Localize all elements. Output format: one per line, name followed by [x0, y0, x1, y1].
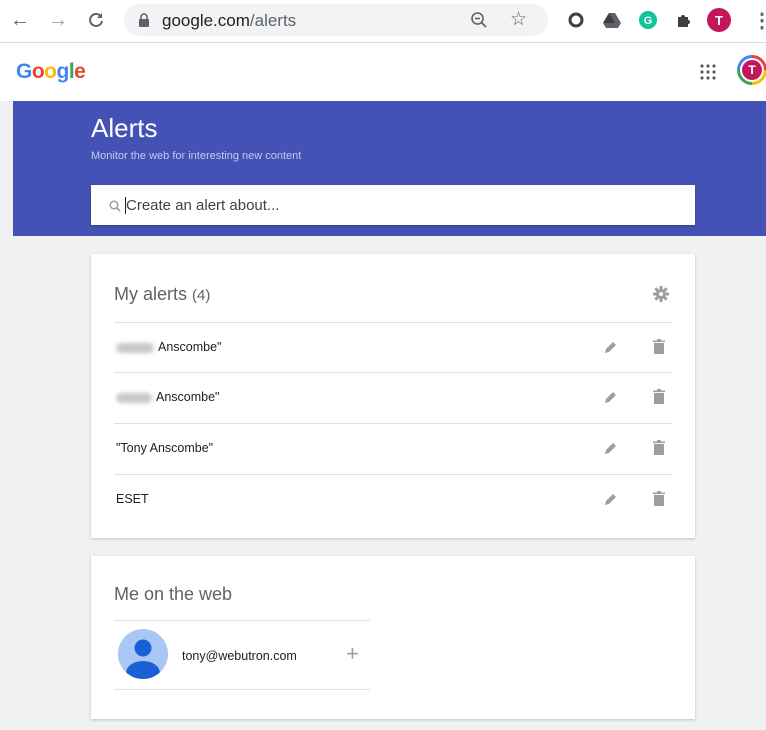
page-title: Alerts [91, 113, 158, 143]
url-text: google.com/alerts [162, 11, 297, 30]
identity-row: tony@webutron.com + [114, 620, 370, 690]
alert-label[interactable]: Anscombe" [116, 340, 222, 354]
my-alerts-title: My alerts (4) [114, 284, 211, 304]
search-icon [109, 199, 121, 217]
alert-row[interactable]: "Tony Anscombe" [114, 423, 672, 474]
edit-pencil-icon[interactable] [604, 390, 618, 409]
delete-trash-icon[interactable] [653, 339, 665, 359]
alert-label[interactable]: ESET [116, 492, 149, 506]
google-logo[interactable]: Google [16, 60, 86, 84]
alert-row[interactable]: Anscombe" [114, 322, 672, 373]
browser-menu-icon[interactable]: ⋮ [752, 8, 766, 33]
person-avatar-icon [118, 629, 168, 679]
svg-text:G: G [644, 15, 653, 27]
alerts-count: (4) [192, 287, 211, 304]
delete-trash-icon[interactable] [653, 440, 665, 460]
edit-pencil-icon[interactable] [604, 492, 618, 511]
browser-profile-avatar[interactable]: T [707, 8, 731, 32]
delete-trash-icon[interactable] [653, 389, 665, 409]
reload-icon[interactable] [84, 8, 108, 32]
create-alert-box[interactable] [91, 185, 695, 225]
alerts-banner: Alerts Monitor the web for interesting n… [13, 101, 766, 236]
alert-row[interactable]: Anscombe" [114, 372, 672, 423]
page-subtitle: Monitor the web for interesting new cont… [91, 150, 302, 162]
browser-toolbar: ← → google.com/alerts ☆ G T ⋮ [0, 0, 766, 43]
forward-icon[interactable]: → [46, 8, 70, 32]
my-alerts-card: My alerts (4) Anscombe" Anscombe" "Tony … [91, 254, 695, 538]
alert-row[interactable]: ESET [114, 474, 672, 525]
lock-icon [138, 13, 150, 32]
drive-icon[interactable] [602, 10, 622, 30]
address-bar[interactable]: google.com/alerts ☆ [124, 4, 548, 36]
apps-grid-icon[interactable] [700, 64, 716, 80]
google-header: Google T [0, 43, 766, 101]
edit-pencil-icon[interactable] [604, 340, 618, 359]
bookmark-star-icon[interactable]: ☆ [510, 8, 527, 31]
back-icon[interactable]: ← [8, 8, 32, 32]
redacted-name [116, 392, 152, 403]
settings-gear-icon[interactable] [653, 286, 669, 302]
alert-label[interactable]: Anscombe" [116, 390, 220, 404]
extension-circle-icon[interactable] [566, 10, 586, 30]
delete-trash-icon[interactable] [653, 491, 665, 511]
account-avatar[interactable]: T [737, 55, 766, 85]
create-alert-input[interactable] [126, 193, 666, 217]
grammarly-icon[interactable]: G [638, 10, 658, 30]
me-on-web-card: Me on the web tony@webutron.com + [91, 556, 695, 719]
account-avatar-initial: T [742, 60, 762, 80]
redacted-name [116, 342, 154, 353]
identity-email: tony@webutron.com [182, 649, 297, 663]
alert-label[interactable]: "Tony Anscombe" [116, 441, 213, 455]
edit-pencil-icon[interactable] [604, 441, 618, 460]
add-identity-plus-icon[interactable]: + [346, 641, 359, 667]
zoom-icon[interactable] [470, 11, 488, 34]
me-on-web-title: Me on the web [114, 584, 233, 604]
puzzle-extensions-icon[interactable] [674, 10, 694, 30]
